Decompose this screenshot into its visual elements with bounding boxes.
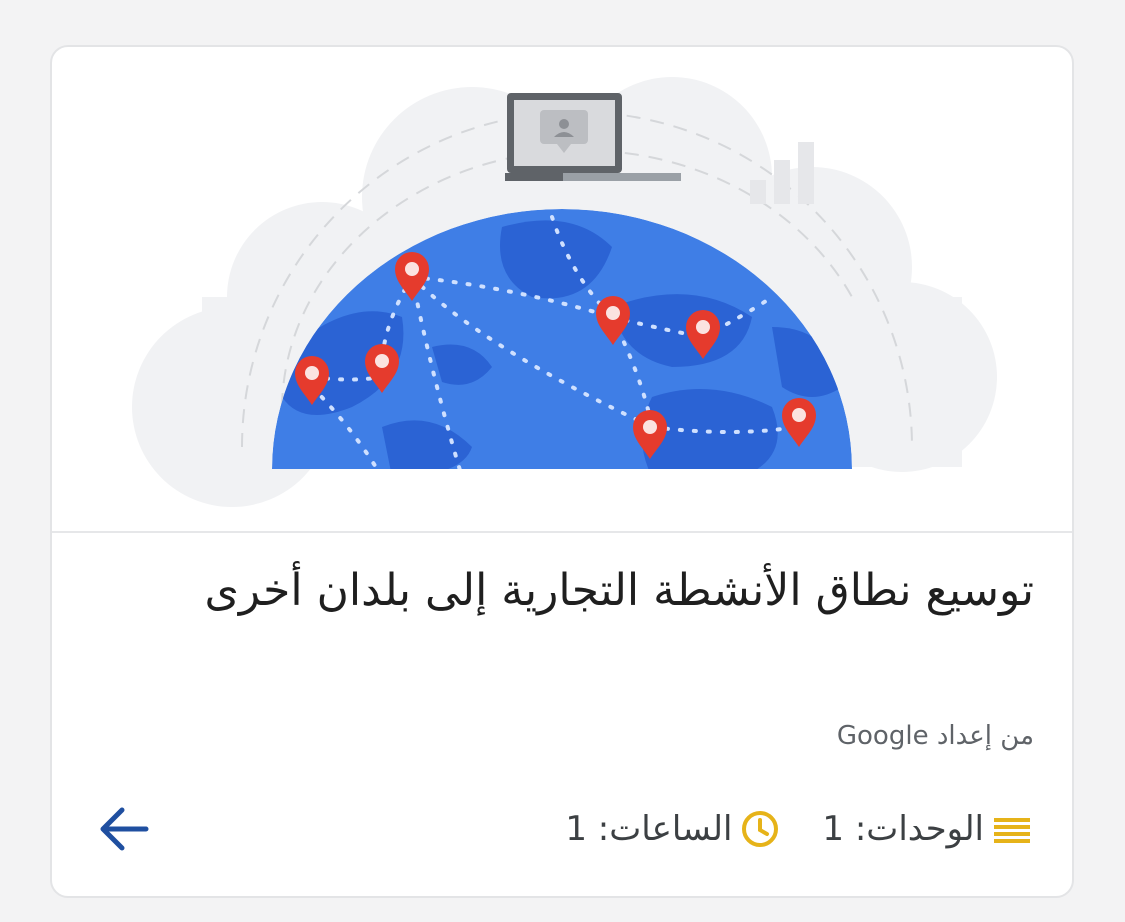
course-title[interactable]: توسيع نطاق الأنشطة التجارية إلى بلدان أخ… [134, 562, 1034, 620]
globe-illustration [132, 77, 997, 507]
course-stats: الوحدات: 1 الساعات: 1 [565, 809, 1032, 849]
hours-label: الساعات: 1 [565, 809, 733, 849]
course-byline: من إعداد Google [836, 721, 1034, 751]
hours-stat: الساعات: 1 [565, 809, 780, 849]
list-lines-icon [994, 818, 1030, 843]
units-label: الوحدات: 1 [822, 809, 984, 849]
divider [52, 531, 1072, 533]
clock-icon [742, 811, 779, 847]
course-card[interactable]: توسيع نطاق الأنشطة التجارية إلى بلدان أخ… [50, 45, 1074, 898]
arrow-left-icon[interactable] [94, 799, 154, 859]
units-stat: الوحدات: 1 [822, 809, 1032, 849]
